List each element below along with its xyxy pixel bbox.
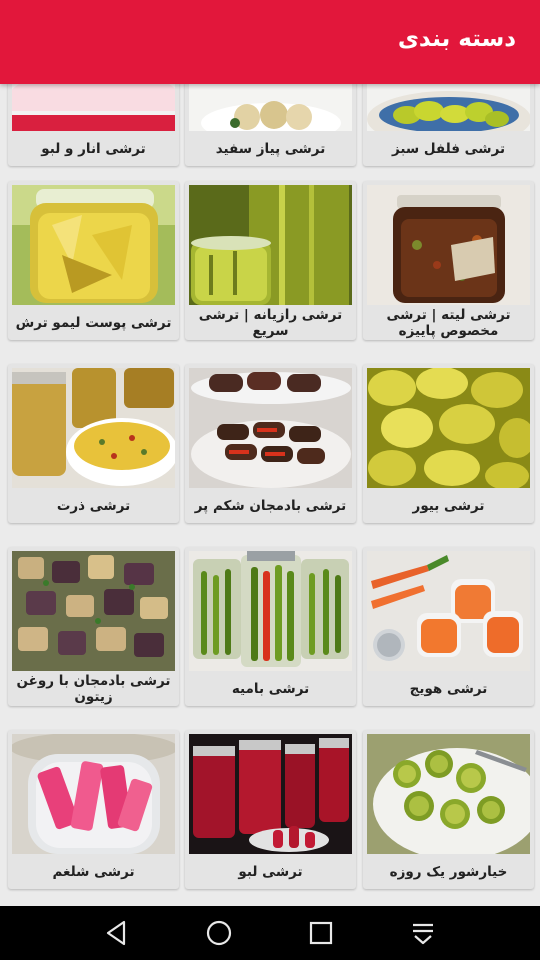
corn-pickle-image (12, 368, 175, 488)
category-card-lemon-peel[interactable]: ترشی پوست لیمو ترش (8, 181, 179, 340)
category-card-okra[interactable]: ترشی بامیه (185, 547, 356, 706)
category-grid[interactable]: ترشی فلفل سبز ترشی پیاز سفید ترشی انار و (0, 84, 540, 906)
category-label: ترشی پوست لیمو ترش (15, 314, 172, 331)
back-icon[interactable] (100, 916, 134, 950)
white-onion-pickle-image (189, 84, 352, 131)
eggplant-olive-oil-pickle-image (12, 551, 175, 671)
page-title: دسته بندی (397, 26, 516, 52)
category-label: ترشی انار و لبو (41, 140, 146, 157)
category-label: ترشی بیور (412, 497, 485, 514)
category-label: ترشی شلغم (52, 863, 135, 880)
app-bar: دسته بندی (0, 0, 540, 84)
category-card-pomegranate-beet[interactable]: ترشی انار و لبو (8, 84, 179, 166)
category-card-white-onion[interactable]: ترشی پیاز سفید (185, 84, 356, 166)
home-icon[interactable] (202, 916, 236, 950)
pomegranate-beet-pickle-image (12, 84, 175, 131)
stuffed-eggplant-pickle-image (189, 368, 352, 488)
category-card-bell-pepper[interactable]: ترشی بیور (363, 364, 534, 523)
category-card-cucumber[interactable]: خیارشور یک روزه (363, 730, 534, 889)
bell-pepper-pickle-image (367, 368, 530, 488)
category-card-carrot[interactable]: ترشی هویج (363, 547, 534, 706)
category-label: ترشی فلفل سبز (391, 140, 506, 157)
turnip-pickle-image (12, 734, 175, 854)
category-card-liteh[interactable]: ترشی لیته | ترشی مخصوص پاییزه (363, 181, 534, 340)
beet-pickle-image (189, 734, 352, 854)
category-card-beet[interactable]: ترشی لبو (185, 730, 356, 889)
cucumber-pickle-image (367, 734, 530, 854)
category-label: ترشی رازیانه | ترشی سریع (198, 306, 343, 339)
category-card-eggplant-olive-oil[interactable]: ترشی بادمجان با روغن زیتون (8, 547, 179, 706)
category-card-corn[interactable]: ترشی ذرت (8, 364, 179, 523)
category-label: ترشی لیته | ترشی مخصوص پاییزه (386, 306, 511, 339)
category-label: ترشی هویج (409, 680, 488, 697)
category-label: ترشی بامیه (231, 680, 310, 697)
notification-pulldown-icon[interactable] (406, 916, 440, 950)
fennel-pickle-image (189, 185, 352, 305)
okra-pickle-image (189, 551, 352, 671)
category-card-turnip[interactable]: ترشی شلغم (8, 730, 179, 889)
category-label: ترشی بادمجان شکم پر (194, 497, 347, 514)
category-label: ترشی پیاز سفید (215, 140, 326, 157)
recents-icon[interactable] (304, 916, 338, 950)
category-card-green-pepper[interactable]: ترشی فلفل سبز (363, 84, 534, 166)
lemon-peel-pickle-image (12, 185, 175, 305)
category-label: ترشی بادمجان با روغن زیتون (16, 672, 171, 705)
category-label: خیارشور یک روزه (389, 863, 508, 880)
green-pepper-pickle-image (367, 84, 530, 131)
category-card-stuffed-eggplant[interactable]: ترشی بادمجان شکم پر (185, 364, 356, 523)
liteh-pickle-image (367, 185, 530, 305)
system-navigation-bar (0, 906, 540, 960)
category-card-fennel[interactable]: ترشی رازیانه | ترشی سریع (185, 181, 356, 340)
category-label: ترشی لبو (238, 863, 303, 880)
carrot-pickle-image (367, 551, 530, 671)
category-label: ترشی ذرت (56, 497, 131, 514)
